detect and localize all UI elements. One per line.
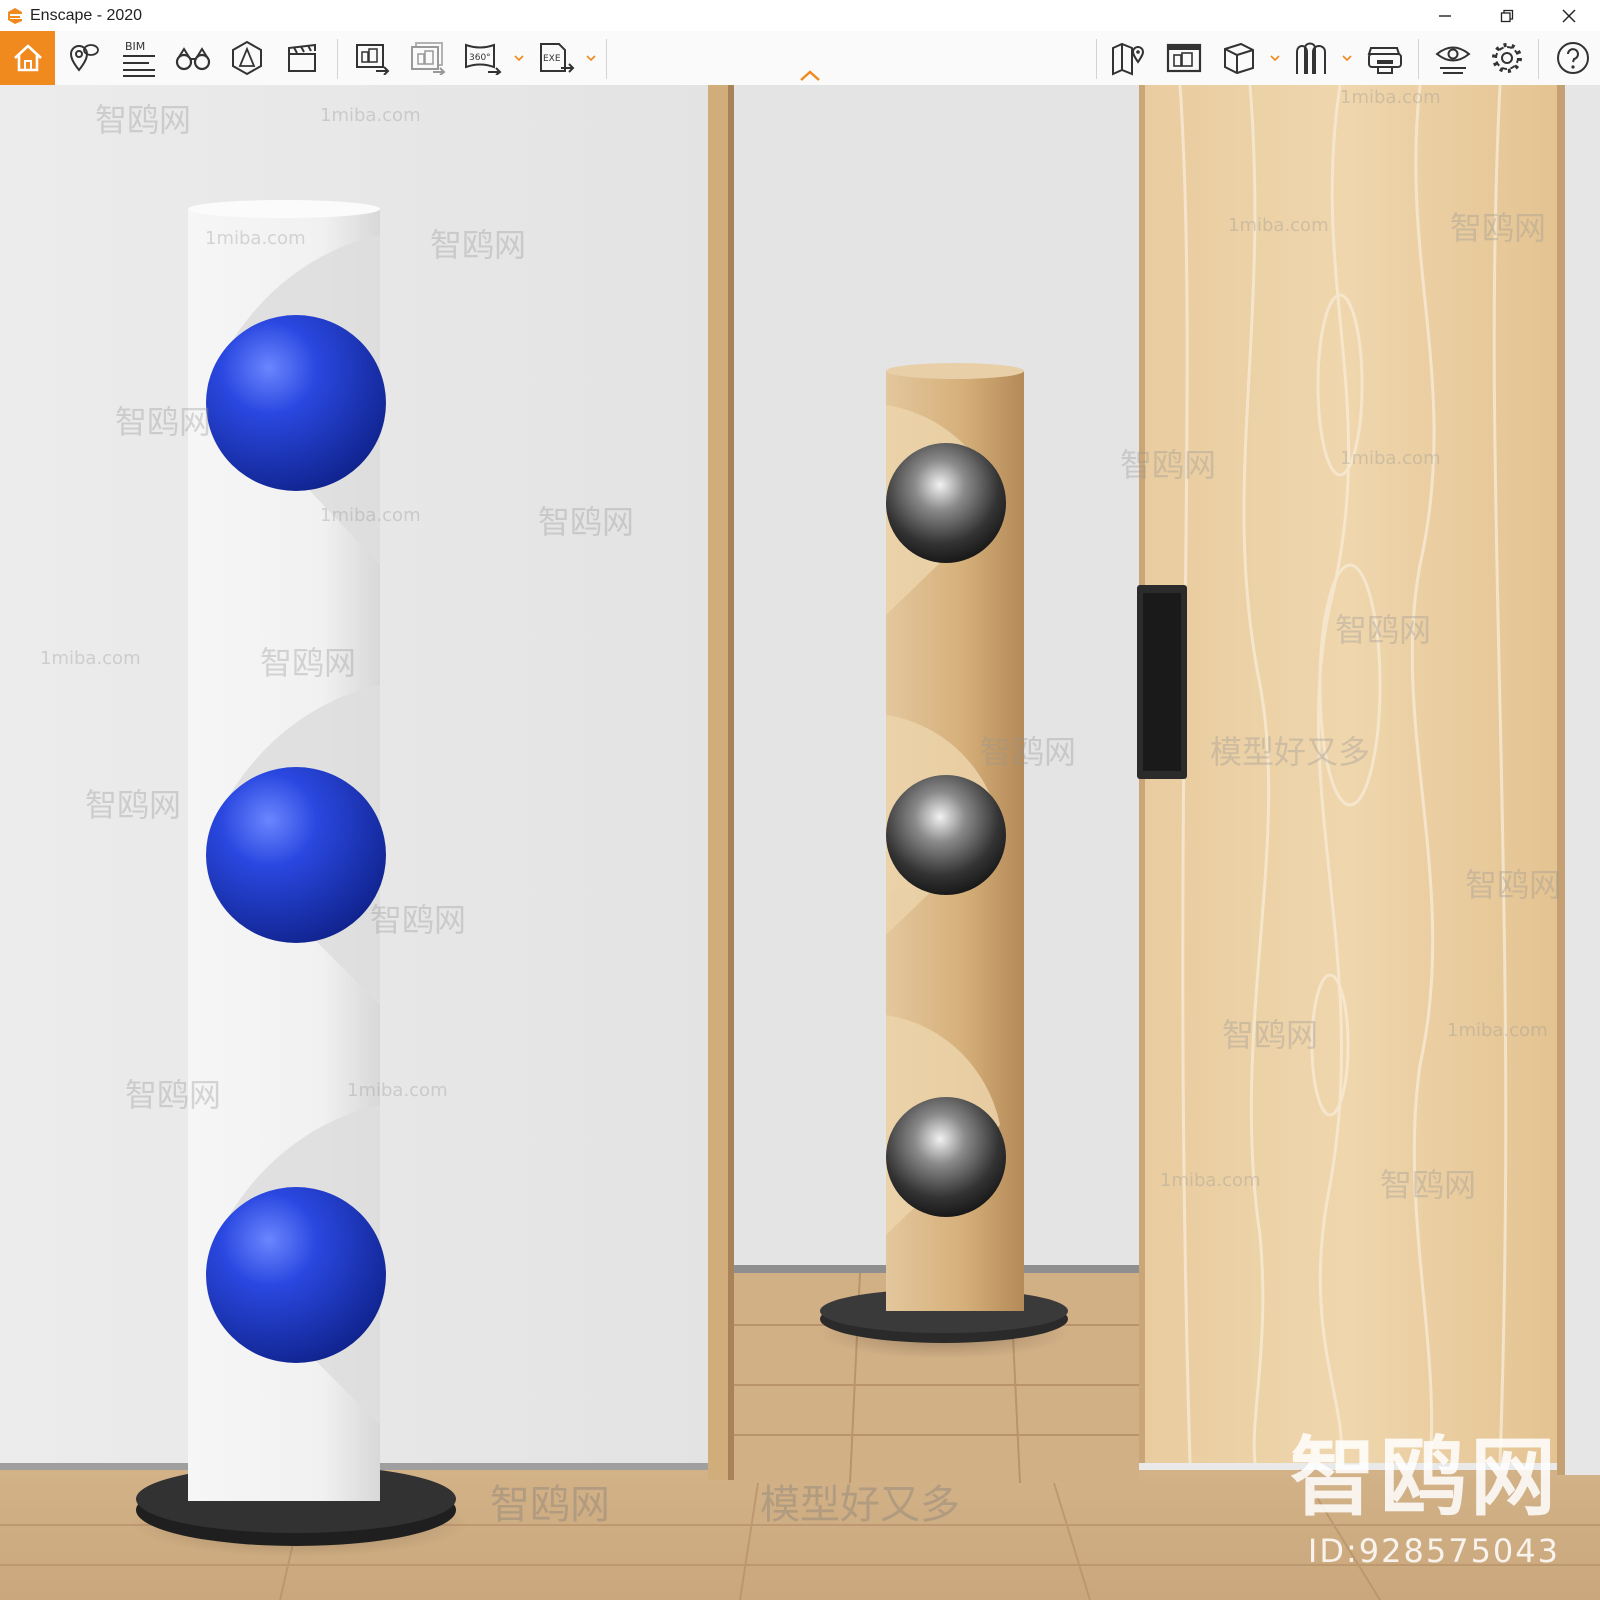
views-manager-button[interactable]	[1159, 31, 1209, 85]
asset-library-dropdown-button[interactable]	[1340, 31, 1354, 85]
window-title: Enscape - 2020	[30, 6, 143, 24]
chevron-down-icon	[1342, 55, 1352, 61]
toolbar-collapse-toggle[interactable]	[798, 68, 822, 84]
exe-export-button[interactable]: EXE	[531, 31, 581, 85]
home-icon	[13, 44, 42, 72]
asset-library-icon	[1296, 42, 1326, 74]
bim-label: BIM	[125, 40, 145, 53]
clapperboard-icon	[288, 43, 316, 72]
visual-settings-icon	[1435, 46, 1471, 74]
gear-icon	[1492, 43, 1522, 73]
panorama-export-icon: 360°	[465, 43, 502, 75]
restore-icon	[1500, 9, 1514, 22]
window-title-bar: Enscape - 2020	[0, 0, 1600, 31]
vr-headset-button[interactable]	[1360, 31, 1410, 85]
toolbar-separator	[1418, 39, 1419, 79]
screenshot-export-icon	[356, 44, 390, 75]
exe-dropdown-button[interactable]	[584, 31, 598, 85]
batch-render-button[interactable]	[403, 31, 453, 85]
toolbar-separator	[1538, 39, 1539, 79]
panorama-dropdown-button[interactable]	[512, 31, 526, 85]
restore-button[interactable]	[1476, 0, 1538, 31]
panorama-export-button[interactable]: 360°	[458, 31, 508, 85]
close-button[interactable]	[1538, 0, 1600, 31]
binoculars-button[interactable]	[168, 31, 218, 85]
binoculars-icon	[175, 47, 211, 71]
toolbar-separator	[606, 39, 607, 79]
toolbar-separator	[337, 39, 338, 79]
cube-icon	[1224, 42, 1254, 75]
map-view-icon	[1112, 42, 1145, 76]
object-placement-button[interactable]	[222, 31, 272, 85]
visual-settings-button[interactable]	[1428, 31, 1478, 85]
help-button[interactable]	[1548, 31, 1598, 85]
cube-button[interactable]	[1214, 31, 1264, 85]
cube-dropdown-button[interactable]	[1268, 31, 1282, 85]
help-icon	[1557, 42, 1589, 74]
location-button[interactable]	[58, 31, 108, 85]
vr-headset-icon	[1367, 47, 1402, 74]
panorama-label: 360°	[469, 53, 491, 63]
chevron-down-icon	[1270, 55, 1280, 61]
enscape-logo-icon	[8, 7, 22, 24]
bim-button[interactable]: BIM	[112, 31, 162, 85]
object-placement-icon	[232, 40, 262, 76]
batch-render-icon	[411, 42, 446, 75]
render-viewport[interactable]: 1miba.com 智鸥网 1miba.com 智鸥网 智鸥网 1miba.co…	[0, 85, 1600, 1600]
chevron-down-icon	[586, 55, 596, 61]
chevron-down-icon	[514, 55, 524, 61]
map-view-button[interactable]	[1104, 31, 1154, 85]
views-manager-icon	[1166, 43, 1202, 73]
exe-label: EXE	[543, 54, 561, 64]
minimize-icon	[1439, 14, 1451, 17]
close-icon	[1562, 9, 1576, 22]
rendered-scene	[0, 85, 1600, 1600]
exe-export-icon: EXE	[540, 43, 575, 73]
video-editor-button[interactable]	[277, 31, 327, 85]
home-button[interactable]	[0, 31, 55, 85]
toolbar-separator	[1096, 39, 1097, 79]
screenshot-export-button[interactable]	[348, 31, 398, 85]
bim-list-icon: BIM	[123, 40, 155, 77]
minimize-button[interactable]	[1414, 0, 1476, 31]
location-pin-icon	[69, 44, 99, 72]
asset-library-button[interactable]	[1287, 31, 1337, 85]
chevron-up-icon	[800, 70, 820, 81]
settings-button[interactable]	[1482, 31, 1532, 85]
